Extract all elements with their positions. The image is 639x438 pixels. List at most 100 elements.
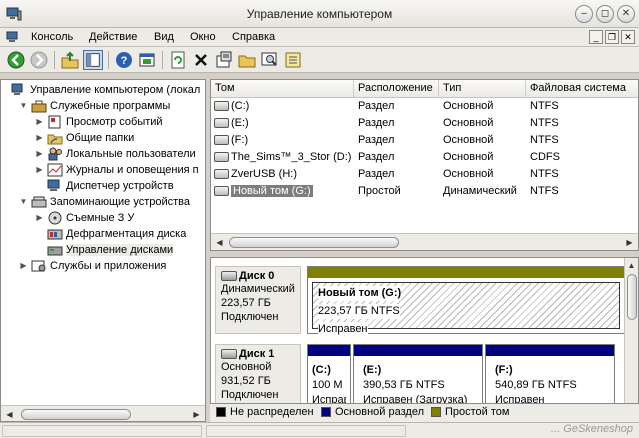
- legend-primary-partition: Основной раздел: [321, 406, 424, 418]
- legend-swatch: [321, 407, 331, 417]
- menu-action[interactable]: Действие: [89, 31, 137, 43]
- window-title: Управление компьютером: [246, 7, 393, 21]
- scroll-left-icon[interactable]: ◀: [3, 408, 16, 421]
- table-row-selected[interactable]: Новый том (G:) Простой Динамический NTFS: [211, 183, 638, 200]
- disk-management-icon: [47, 246, 63, 256]
- expand-icon[interactable]: ▶: [35, 117, 44, 127]
- volume-icon: [214, 101, 229, 111]
- legend-simple-volume: Простой том: [431, 406, 509, 418]
- scroll-thumb[interactable]: [627, 274, 637, 320]
- expand-icon[interactable]: ▶: [35, 133, 44, 143]
- expand-icon[interactable]: ▶: [35, 149, 44, 159]
- column-type[interactable]: Тип: [439, 80, 526, 98]
- expand-icon[interactable]: ▶: [19, 261, 28, 271]
- maximize-button[interactable]: ◻: [596, 5, 614, 23]
- show-hide-tree-icon[interactable]: [83, 50, 103, 70]
- scroll-up-icon[interactable]: ▲: [625, 259, 638, 272]
- tree-item-shared-folders[interactable]: ▶ Общие папки: [35, 130, 134, 146]
- menu-window[interactable]: Окно: [190, 31, 216, 43]
- tree-item-services[interactable]: ▶ Службы и приложения: [19, 258, 166, 274]
- menu-help[interactable]: Справка: [232, 31, 275, 43]
- partition-type-bar: [486, 345, 614, 356]
- partition-f[interactable]: (F:) 540,89 ГБ NTFS Исправен: [485, 344, 615, 403]
- hard-disk-icon: [221, 271, 237, 281]
- users-icon: [48, 147, 62, 161]
- toolbox-icon: [31, 100, 47, 113]
- properties-window-icon[interactable]: [137, 50, 157, 70]
- disk-map: Диск 0 Динамический 223,57 ГБ Подключен …: [210, 257, 639, 404]
- column-volume[interactable]: Том: [211, 80, 354, 98]
- removable-storage-icon: [48, 211, 62, 225]
- column-layout[interactable]: Расположение: [354, 80, 439, 98]
- event-viewer-icon: [48, 115, 61, 129]
- volume-icon: [214, 135, 229, 145]
- storage-icon: [31, 196, 47, 208]
- table-row[interactable]: ZverUSB (H:) Раздел Основной NTFS: [211, 166, 638, 183]
- device-manager-icon: [47, 179, 60, 191]
- refresh-icon[interactable]: [168, 50, 188, 70]
- menu-bar: Консоль Действие Вид Окно Справка _ ❐ ✕: [0, 28, 639, 47]
- tree-item-device-manager[interactable]: Диспетчер устройств: [47, 178, 174, 194]
- tree-item-event-viewer[interactable]: ▶ Просмотр событий: [35, 114, 163, 130]
- mdi-minimize-button[interactable]: _: [589, 30, 603, 44]
- scroll-thumb[interactable]: [229, 237, 399, 248]
- open-folder-icon[interactable]: [237, 50, 257, 70]
- collapse-icon[interactable]: ▼: [19, 197, 28, 207]
- search-icon[interactable]: [260, 50, 280, 70]
- hard-disk-icon: [221, 349, 237, 359]
- tree-item-performance-logs[interactable]: ▶ Журналы и оповещения п: [35, 162, 199, 178]
- up-folder-icon[interactable]: [60, 50, 80, 70]
- column-filesystem[interactable]: Файловая система: [526, 80, 638, 98]
- menu-view[interactable]: Вид: [154, 31, 174, 43]
- console-menu-icon[interactable]: [6, 31, 20, 44]
- volume-icon: [214, 118, 229, 128]
- partition-c[interactable]: (C:) 100 М Исправ: [307, 344, 351, 403]
- tree-item-local-users[interactable]: ▶ Локальные пользователи: [35, 146, 196, 162]
- scroll-right-icon[interactable]: ▶: [623, 236, 636, 249]
- table-row[interactable]: (E:) Раздел Основной NTFS: [211, 115, 638, 132]
- back-icon[interactable]: [6, 50, 26, 70]
- performance-logs-icon: [47, 163, 63, 177]
- close-button[interactable]: ✕: [617, 5, 635, 23]
- volume-list-horizontal-scrollbar[interactable]: ◀ ▶: [211, 233, 638, 250]
- volume-list: Том Расположение Тип Файловая система (C…: [210, 79, 639, 251]
- legend-unallocated: Не распределен: [216, 406, 314, 418]
- table-row[interactable]: The_Sims™_3_Stor (D:) Раздел Основной CD…: [211, 149, 638, 166]
- watermark: ... GeSkeneshop: [551, 423, 633, 435]
- tree-root[interactable]: Управление компьютером (локал: [11, 82, 200, 98]
- usb-drive-icon: [214, 169, 229, 179]
- forward-icon[interactable]: [29, 50, 49, 70]
- legend-swatch: [431, 407, 441, 417]
- collapse-icon[interactable]: ▼: [19, 101, 28, 111]
- scroll-right-icon[interactable]: ▶: [190, 408, 203, 421]
- expand-icon[interactable]: ▶: [35, 165, 44, 175]
- tree-item-removable-storage[interactable]: ▶ Съемные З У: [35, 210, 134, 226]
- disk-1-label[interactable]: Диск 1 Основной 931,52 ГБ Подключен: [215, 344, 301, 403]
- properties-icon[interactable]: [214, 50, 234, 70]
- scroll-left-icon[interactable]: ◀: [213, 236, 226, 249]
- table-row[interactable]: (F:) Раздел Основной NTFS: [211, 132, 638, 149]
- mdi-restore-button[interactable]: ❐: [605, 30, 619, 44]
- tree-horizontal-scrollbar[interactable]: ◀ ▶: [1, 405, 205, 421]
- tree-item-storage[interactable]: ▼ Запоминающие устройства: [19, 194, 191, 210]
- cd-drive-icon: [214, 152, 229, 162]
- computer-management-icon: [11, 83, 23, 95]
- partition-new-volume-g[interactable]: Новый том (G:) 223,57 ГБ NTFS Исправен: [307, 266, 625, 337]
- help-icon[interactable]: ?: [114, 50, 134, 70]
- scroll-thumb[interactable]: [21, 409, 131, 420]
- export-list-icon[interactable]: [283, 50, 303, 70]
- partition-e[interactable]: (E:) 390,53 ГБ NTFS Исправен (Загрузка): [353, 344, 483, 403]
- tree-root-label: Управление компьютером (локал: [30, 84, 201, 96]
- tree-item-system-tools[interactable]: ▼ Служебные программы: [19, 98, 170, 114]
- shared-folders-icon: [47, 134, 63, 145]
- expand-icon[interactable]: ▶: [35, 213, 44, 223]
- delete-icon[interactable]: [191, 50, 211, 70]
- disk-map-vertical-scrollbar[interactable]: ▲: [624, 258, 638, 403]
- tree-item-disk-management[interactable]: Управление дисками: [47, 242, 174, 258]
- tree-item-defrag[interactable]: Дефрагментация диска: [47, 226, 186, 242]
- mdi-close-button[interactable]: ✕: [621, 30, 635, 44]
- minimize-button[interactable]: –: [575, 5, 593, 23]
- menu-console[interactable]: Консоль: [31, 31, 73, 43]
- table-row[interactable]: (C:) Раздел Основной NTFS: [211, 98, 638, 115]
- disk-0-label[interactable]: Диск 0 Динамический 223,57 ГБ Подключен: [215, 266, 301, 334]
